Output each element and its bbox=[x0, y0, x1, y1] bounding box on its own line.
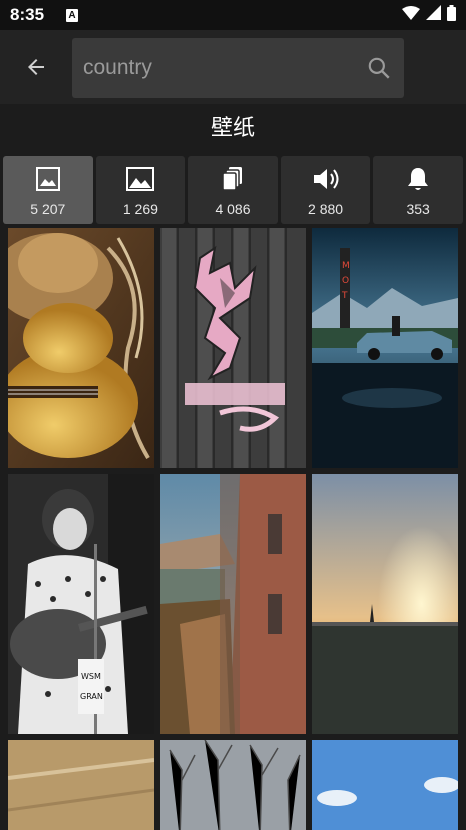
section-title: 壁纸 bbox=[210, 116, 255, 141]
tab-ringtones[interactable]: 2 880 bbox=[280, 156, 371, 224]
bell-icon bbox=[406, 166, 430, 192]
wallpaper-grid: M O T WSM GRAN bbox=[0, 228, 466, 830]
svg-text:O: O bbox=[342, 276, 349, 286]
image-icon bbox=[35, 166, 61, 192]
status-icons bbox=[402, 4, 456, 26]
svg-text:WSM: WSM bbox=[81, 672, 101, 681]
wallpaper-thumbnail[interactable] bbox=[8, 740, 154, 830]
tab-landscape[interactable]: 1 269 bbox=[95, 156, 186, 224]
wifi-icon bbox=[402, 5, 420, 25]
wallpaper-thumbnail[interactable] bbox=[160, 474, 306, 734]
status-time: 8:35 bbox=[10, 5, 45, 24]
svg-text:M: M bbox=[342, 261, 350, 271]
tab-live[interactable]: 4 086 bbox=[188, 156, 278, 224]
wallpaper-thumbnail[interactable] bbox=[8, 228, 154, 468]
wallpaper-thumbnail[interactable] bbox=[160, 740, 306, 830]
volume-icon bbox=[312, 166, 340, 192]
tab-count: 353 bbox=[406, 201, 430, 217]
svg-text:GRAN: GRAN bbox=[80, 692, 103, 701]
svg-text:T: T bbox=[341, 291, 348, 301]
status-bar: 8:35 A bbox=[0, 0, 466, 30]
copy-icon bbox=[222, 166, 244, 192]
notification-icon: A bbox=[66, 8, 79, 22]
wallpaper-thumbnail[interactable] bbox=[312, 474, 458, 734]
search-input[interactable] bbox=[72, 38, 354, 98]
search-box bbox=[72, 38, 404, 98]
wallpaper-thumbnail[interactable]: WSM GRAN bbox=[8, 474, 154, 734]
category-tabs: 5 207 1 269 4 086 2 880 353 bbox=[3, 156, 463, 224]
wallpaper-thumbnail[interactable]: M O T bbox=[312, 228, 458, 468]
signal-icon bbox=[426, 5, 441, 25]
tab-notifications[interactable]: 353 bbox=[373, 156, 463, 224]
wallpaper-thumbnail[interactable] bbox=[160, 228, 306, 468]
search-icon bbox=[368, 57, 390, 79]
landscape-icon bbox=[126, 166, 155, 192]
battery-icon bbox=[447, 4, 456, 26]
tab-count: 1 269 bbox=[122, 201, 158, 217]
back-button[interactable] bbox=[16, 47, 56, 87]
search-toolbar bbox=[0, 30, 466, 104]
tab-count: 5 207 bbox=[30, 201, 66, 217]
tab-images[interactable]: 5 207 bbox=[3, 156, 93, 224]
wallpaper-thumbnail[interactable] bbox=[312, 740, 458, 830]
tab-count: 2 880 bbox=[308, 201, 344, 217]
tab-count: 4 086 bbox=[215, 201, 251, 217]
search-button[interactable] bbox=[354, 38, 404, 98]
arrow-left-icon bbox=[28, 59, 44, 75]
